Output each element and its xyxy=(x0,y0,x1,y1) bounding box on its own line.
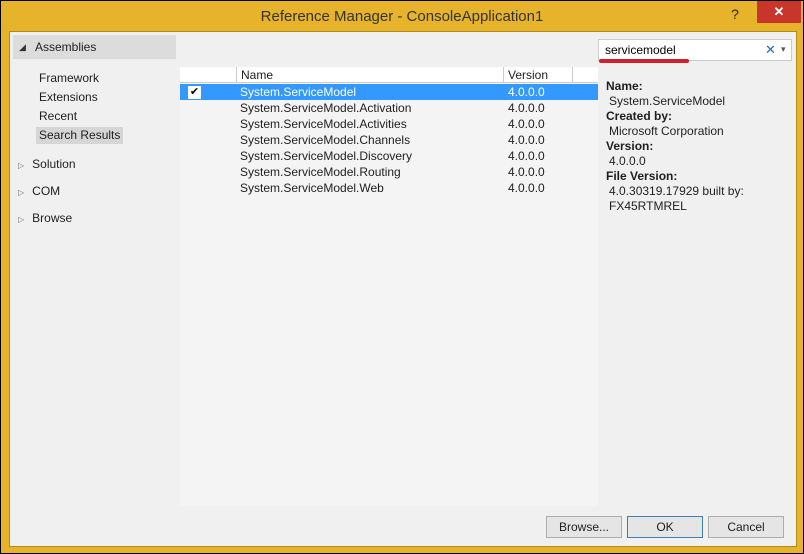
detail-version-label: Version: xyxy=(606,139,654,153)
table-row[interactable]: System.ServiceModel.Activation 4.0.0.0 xyxy=(180,100,598,116)
sidebar-item-extensions[interactable]: Extensions xyxy=(36,89,101,106)
clear-search-icon[interactable]: ✕ xyxy=(765,42,776,58)
collapsed-triangle-icon: ▷ xyxy=(18,188,25,197)
assembly-version: 4.0.0.0 xyxy=(508,85,545,99)
assembly-version: 4.0.0.0 xyxy=(508,181,545,195)
detail-name-value: System.ServiceModel xyxy=(609,94,726,108)
sidebar-group-com[interactable]: ▷ COM xyxy=(18,183,60,200)
table-row[interactable]: System.ServiceModel.Activities 4.0.0.0 xyxy=(180,116,598,132)
table-row[interactable]: System.ServiceModel.Discovery 4.0.0.0 xyxy=(180,148,598,164)
sidebar-header-label: Assemblies xyxy=(35,40,97,54)
table-row[interactable]: System.ServiceModel.Routing 4.0.0.0 xyxy=(180,164,598,180)
assembly-version: 4.0.0.0 xyxy=(508,117,545,131)
assembly-name: System.ServiceModel.Web xyxy=(240,181,384,195)
detail-file-version-label: File Version: xyxy=(606,169,678,183)
detail-version-value: 4.0.0.0 xyxy=(609,154,646,168)
table-row[interactable]: ✔ System.ServiceModel 4.0.0.0 xyxy=(180,84,598,100)
collapsed-triangle-icon: ▷ xyxy=(18,215,25,224)
column-header-version[interactable]: Version xyxy=(504,67,573,83)
assembly-name: System.ServiceModel xyxy=(240,85,357,99)
search-highlight-underline xyxy=(599,59,689,63)
assembly-name: System.ServiceModel.Routing xyxy=(240,165,401,179)
column-header-check[interactable] xyxy=(180,67,237,83)
details-pane: Name: System.ServiceModel Created by: Mi… xyxy=(598,67,792,506)
cancel-button[interactable]: Cancel xyxy=(708,516,784,538)
sidebar-item-framework[interactable]: Framework xyxy=(36,70,102,87)
assembly-name: System.ServiceModel.Activation xyxy=(240,101,412,115)
assembly-version: 4.0.0.0 xyxy=(508,101,545,115)
assembly-list: Name Version ✔ System.ServiceModel 4.0.0… xyxy=(180,67,598,506)
sidebar-item-search-results[interactable]: Search Results xyxy=(36,127,124,144)
search-box[interactable]: ✕ ▾ xyxy=(598,39,792,61)
column-header-name[interactable]: Name xyxy=(237,67,504,83)
sidebar: ◢ Assemblies Framework Extensions Recent… xyxy=(10,32,180,510)
assembly-name: System.ServiceModel.Channels xyxy=(240,133,411,147)
detail-created-value: Microsoft Corporation xyxy=(609,124,724,138)
browse-button[interactable]: Browse... xyxy=(546,516,622,538)
help-button[interactable]: ? xyxy=(721,4,749,24)
table-row[interactable]: System.ServiceModel.Channels 4.0.0.0 xyxy=(180,132,598,148)
expanded-triangle-icon: ◢ xyxy=(19,42,26,52)
dialog-body: ◢ Assemblies Framework Extensions Recent… xyxy=(9,31,797,547)
detail-file-version-line2: FX45RTMREL xyxy=(609,199,687,213)
sidebar-group-label: COM xyxy=(32,184,61,198)
detail-created-label: Created by: xyxy=(606,109,673,123)
ok-button[interactable]: OK xyxy=(627,516,703,538)
detail-name-label: Name: xyxy=(606,79,643,93)
assembly-name: System.ServiceModel.Discovery xyxy=(240,149,413,163)
window-title: Reference Manager - ConsoleApplication1 xyxy=(260,8,544,25)
sidebar-group-label: Browse xyxy=(32,211,73,225)
reference-manager-window: Reference Manager - ConsoleApplication1 … xyxy=(0,0,804,554)
sidebar-group-solution[interactable]: ▷ Solution xyxy=(18,156,76,173)
sidebar-item-recent[interactable]: Recent xyxy=(36,108,80,125)
assembly-version: 4.0.0.0 xyxy=(508,133,545,147)
search-input[interactable] xyxy=(605,43,755,57)
assembly-name: System.ServiceModel.Activities xyxy=(240,117,407,131)
collapsed-triangle-icon: ▷ xyxy=(18,161,25,170)
detail-file-version-line1: 4.0.30319.17929 built by: xyxy=(609,184,744,198)
assembly-version: 4.0.0.0 xyxy=(508,149,545,163)
table-row[interactable]: System.ServiceModel.Web 4.0.0.0 xyxy=(180,180,598,196)
close-button[interactable]: ✕ xyxy=(757,1,801,23)
assembly-version: 4.0.0.0 xyxy=(508,165,545,179)
title-bar[interactable]: Reference Manager - ConsoleApplication1 … xyxy=(1,1,803,31)
search-dropdown-icon[interactable]: ▾ xyxy=(781,44,786,55)
sidebar-group-label: Solution xyxy=(32,157,76,171)
checkmark-icon[interactable]: ✔ xyxy=(188,86,201,99)
column-header-filler xyxy=(573,67,598,83)
sidebar-group-browse[interactable]: ▷ Browse xyxy=(18,210,72,227)
sidebar-header-assemblies[interactable]: ◢ Assemblies xyxy=(13,35,176,59)
